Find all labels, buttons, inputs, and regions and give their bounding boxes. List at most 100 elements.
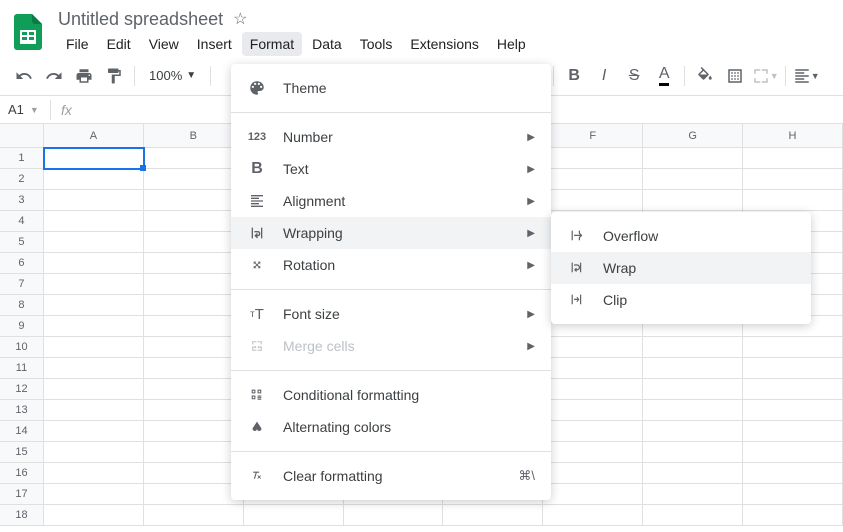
select-all-corner[interactable]: [0, 124, 44, 148]
cell[interactable]: [144, 379, 244, 400]
row-header[interactable]: 13: [0, 400, 44, 421]
row-header[interactable]: 6: [0, 253, 44, 274]
cell[interactable]: [44, 274, 144, 295]
cell[interactable]: [643, 463, 743, 484]
row-header[interactable]: 9: [0, 316, 44, 337]
row-header[interactable]: 16: [0, 463, 44, 484]
menu-edit[interactable]: Edit: [99, 32, 139, 56]
submenu-item-overflow[interactable]: Overflow: [551, 220, 811, 252]
cell[interactable]: [543, 358, 643, 379]
row-header[interactable]: 11: [0, 358, 44, 379]
cell[interactable]: [44, 211, 144, 232]
cell[interactable]: [643, 358, 743, 379]
cell[interactable]: [44, 358, 144, 379]
cell[interactable]: [543, 337, 643, 358]
cell[interactable]: [643, 169, 743, 190]
menu-item-alternating-colors[interactable]: Alternating colors: [231, 411, 551, 443]
cell[interactable]: [144, 148, 244, 169]
cell[interactable]: [543, 463, 643, 484]
row-header[interactable]: 10: [0, 337, 44, 358]
menu-extensions[interactable]: Extensions: [402, 32, 486, 56]
col-header-g[interactable]: G: [643, 124, 743, 148]
cell[interactable]: [44, 190, 144, 211]
cell[interactable]: [144, 505, 244, 526]
row-header[interactable]: 7: [0, 274, 44, 295]
menu-insert[interactable]: Insert: [189, 32, 240, 56]
cell[interactable]: [743, 400, 843, 421]
cell[interactable]: [643, 484, 743, 505]
strikethrough-button[interactable]: S: [620, 62, 648, 90]
cell[interactable]: [244, 505, 344, 526]
cell[interactable]: [144, 337, 244, 358]
cell[interactable]: [643, 148, 743, 169]
horizontal-align-button[interactable]: ▼: [792, 62, 820, 90]
menu-file[interactable]: File: [58, 32, 97, 56]
paint-format-button[interactable]: [100, 62, 128, 90]
menu-tools[interactable]: Tools: [352, 32, 401, 56]
row-header[interactable]: 17: [0, 484, 44, 505]
redo-button[interactable]: [40, 62, 68, 90]
cell[interactable]: [44, 253, 144, 274]
cell[interactable]: [543, 169, 643, 190]
menu-data[interactable]: Data: [304, 32, 350, 56]
cell[interactable]: [144, 400, 244, 421]
cell[interactable]: [144, 232, 244, 253]
cell[interactable]: [44, 442, 144, 463]
cell[interactable]: [144, 253, 244, 274]
submenu-item-clip[interactable]: Clip: [551, 284, 811, 316]
menu-item-conditional-formatting[interactable]: Conditional formatting: [231, 379, 551, 411]
cell[interactable]: [44, 379, 144, 400]
cell[interactable]: [743, 463, 843, 484]
menu-item-rotation[interactable]: Rotation ▶: [231, 249, 551, 281]
submenu-item-wrap[interactable]: Wrap: [551, 252, 811, 284]
cell[interactable]: [44, 463, 144, 484]
cell[interactable]: [44, 169, 144, 190]
menu-format[interactable]: Format: [242, 32, 302, 56]
cell[interactable]: [743, 484, 843, 505]
italic-button[interactable]: I: [590, 62, 618, 90]
col-header-f[interactable]: F: [543, 124, 643, 148]
cell[interactable]: [543, 484, 643, 505]
cell[interactable]: [543, 442, 643, 463]
cell[interactable]: [543, 379, 643, 400]
cell[interactable]: [144, 442, 244, 463]
cell[interactable]: [443, 505, 543, 526]
row-header[interactable]: 12: [0, 379, 44, 400]
row-header[interactable]: 1: [0, 148, 44, 169]
cell[interactable]: [743, 169, 843, 190]
text-color-button[interactable]: A: [650, 62, 678, 90]
cell[interactable]: [643, 400, 743, 421]
row-header[interactable]: 14: [0, 421, 44, 442]
fill-color-button[interactable]: [691, 62, 719, 90]
menu-item-wrapping[interactable]: Wrapping ▶: [231, 217, 551, 249]
cell[interactable]: [743, 421, 843, 442]
cell[interactable]: [144, 463, 244, 484]
cell[interactable]: [743, 358, 843, 379]
cell[interactable]: [144, 484, 244, 505]
menu-item-clear-formatting[interactable]: Clear formatting ⌘\: [231, 460, 551, 492]
row-header[interactable]: 2: [0, 169, 44, 190]
col-header-h[interactable]: H: [743, 124, 843, 148]
merge-cells-button[interactable]: ▼: [751, 62, 779, 90]
row-header[interactable]: 15: [0, 442, 44, 463]
print-button[interactable]: [70, 62, 98, 90]
row-header[interactable]: 8: [0, 295, 44, 316]
col-header-b[interactable]: B: [144, 124, 244, 148]
menu-item-theme[interactable]: Theme: [231, 72, 551, 104]
cell[interactable]: [743, 148, 843, 169]
cell[interactable]: [44, 232, 144, 253]
cell[interactable]: [643, 190, 743, 211]
cell[interactable]: [743, 190, 843, 211]
cell[interactable]: [44, 295, 144, 316]
col-header-a[interactable]: A: [44, 124, 144, 148]
cell[interactable]: [144, 316, 244, 337]
doc-title[interactable]: Untitled spreadsheet: [58, 9, 223, 30]
cell[interactable]: [743, 442, 843, 463]
cell[interactable]: [44, 337, 144, 358]
menu-view[interactable]: View: [141, 32, 187, 56]
cell[interactable]: [144, 295, 244, 316]
cell[interactable]: [743, 337, 843, 358]
cell[interactable]: [144, 190, 244, 211]
menu-item-number[interactable]: 123 Number ▶: [231, 121, 551, 153]
star-icon[interactable]: ☆: [233, 9, 247, 29]
